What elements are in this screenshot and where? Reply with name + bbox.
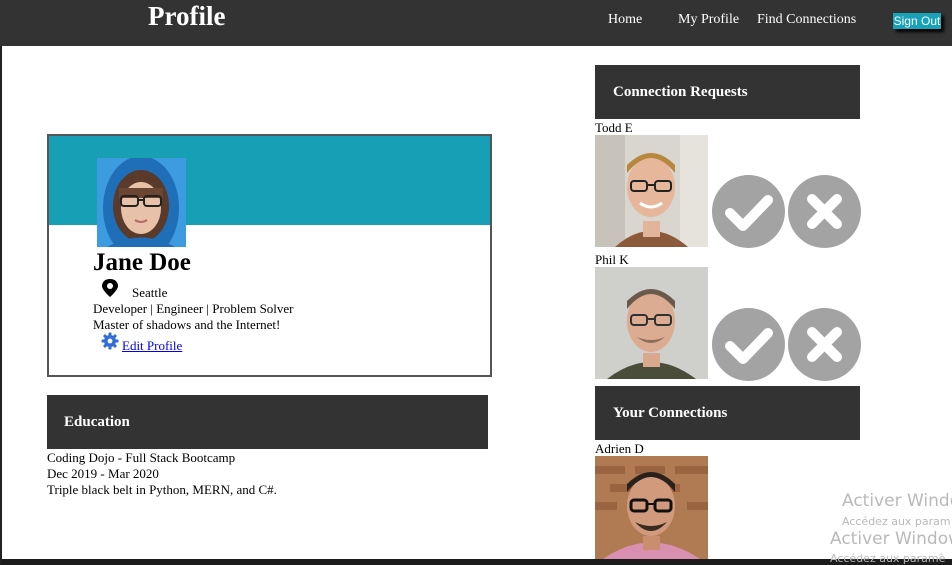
decline-request-button[interactable]: [788, 308, 861, 381]
profile-card: Jane Doe Seattle Developer | Engineer | …: [47, 134, 492, 377]
profile-avatar: [97, 158, 186, 247]
gear-icon[interactable]: [101, 332, 119, 350]
check-icon: [725, 328, 773, 364]
request-name: Todd E: [595, 120, 633, 135]
profile-bio: Master of shadows and the Internet!: [93, 317, 281, 332]
education-school: Coding Dojo - Full Stack Bootcamp: [47, 450, 236, 465]
map-marker-icon: [100, 278, 120, 298]
windows-activation-watermark: Activer Window: [830, 529, 952, 549]
nav-link-find-connections[interactable]: Find Connections: [757, 11, 856, 29]
accept-request-button[interactable]: [712, 308, 785, 381]
windows-activation-watermark: Accédez aux param: [842, 515, 951, 528]
check-icon: [725, 195, 773, 231]
page-title: Profile: [148, 1, 226, 31]
connection-name: Adrien D: [595, 441, 644, 456]
connection-requests-header: Connection Requests: [595, 65, 860, 119]
education-dates: Dec 2019 - Mar 2020: [47, 466, 159, 481]
request-photo: [595, 135, 708, 247]
profile-name: Jane Doe: [93, 249, 191, 276]
request-photo: [595, 267, 708, 379]
education-header: Education: [47, 395, 488, 449]
windows-activation-watermark: Accédez aux paramè: [830, 552, 946, 565]
close-icon: [807, 327, 842, 362]
edit-profile-link[interactable]: Edit Profile: [122, 338, 182, 354]
windows-activation-watermark: Activer Windo: [842, 491, 952, 511]
your-connections-header: Your Connections: [595, 386, 860, 440]
nav-link-my-profile[interactable]: My Profile: [678, 11, 739, 29]
profile-headline: Developer | Engineer | Problem Solver: [93, 301, 294, 316]
connection-photo: [595, 456, 708, 559]
accept-request-button[interactable]: [712, 175, 785, 248]
top-navbar: Profile Home My Profile Find Connections…: [0, 0, 952, 46]
education-description: Triple black belt in Python, MERN, and C…: [47, 482, 277, 497]
request-name: Phil K: [595, 252, 629, 267]
sign-out-button[interactable]: Sign Out: [893, 13, 941, 29]
close-icon: [807, 194, 842, 229]
nav-link-home[interactable]: Home: [608, 11, 642, 29]
profile-location: Seattle: [132, 285, 168, 300]
decline-request-button[interactable]: [788, 175, 861, 248]
